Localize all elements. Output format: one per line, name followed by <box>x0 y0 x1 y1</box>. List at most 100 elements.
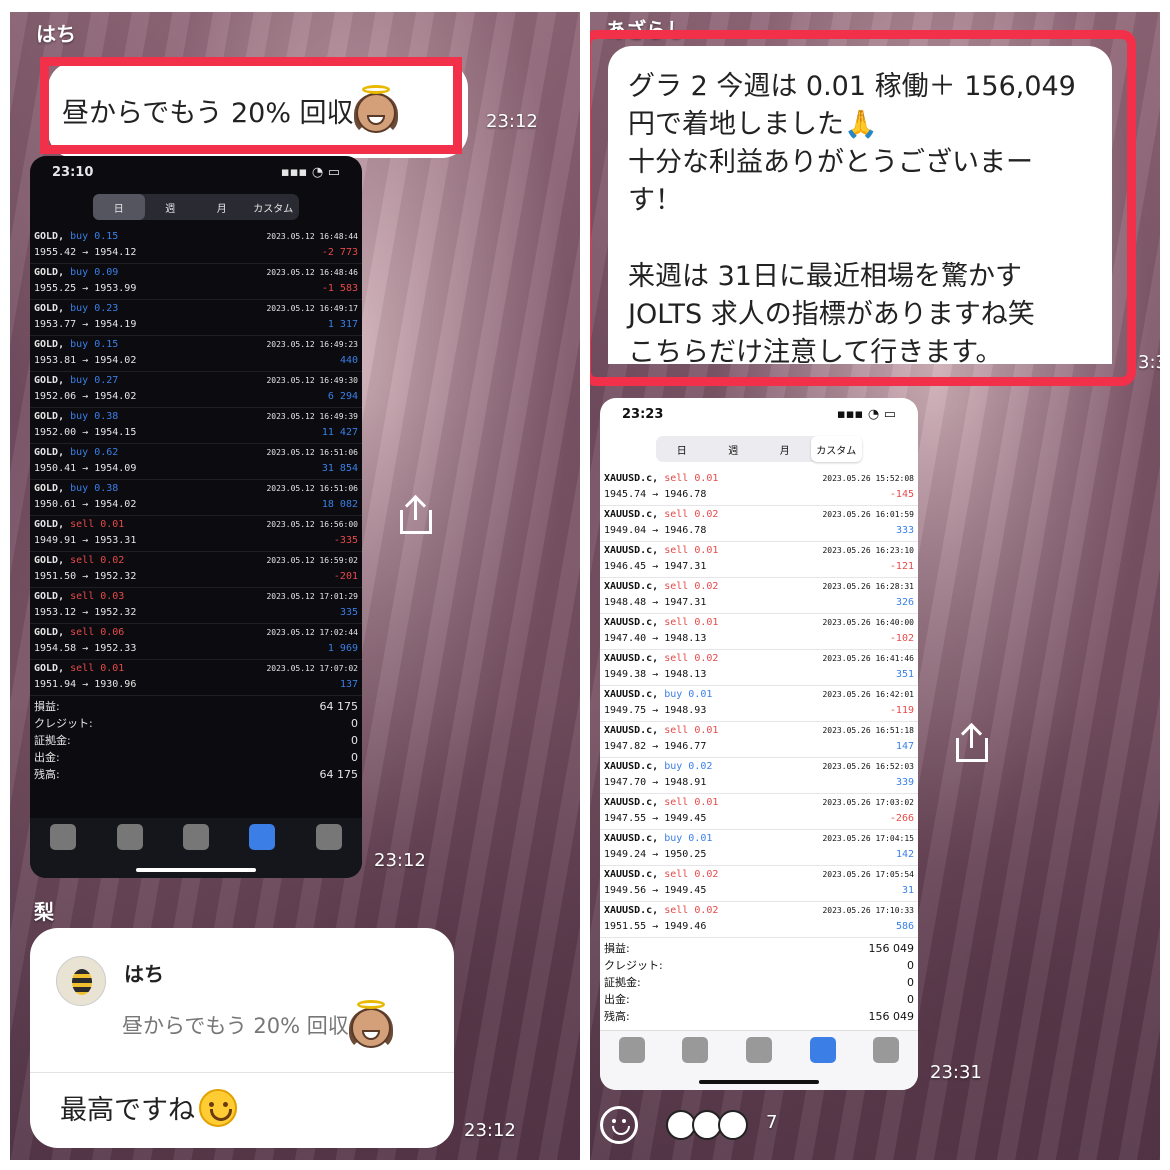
right-chat-panel: あざらし グラ 2 今週は 0.01 稼働＋ 156,049 円で着地しました🙏… <box>590 12 1160 1160</box>
trade-side: sell 0.03 <box>70 591 125 602</box>
trade-row[interactable]: XAUUSD.c, sell 0.01 2023.05.26 17:03:02 19… <box>600 794 918 830</box>
summary-value: 64 175 <box>319 700 359 713</box>
trade-row[interactable]: GOLD, buy 0.62 2023.05.12 16:51:06 1950.41… <box>30 444 362 480</box>
trade-datetime: 2023.05.26 16:41:46 <box>822 654 914 663</box>
trade-row[interactable]: GOLD, buy 0.09 2023.05.12 16:48:46 1955.25… <box>30 264 362 300</box>
trade-side: sell 0.02 <box>664 581 719 592</box>
trade-row[interactable]: GOLD, buy 0.15 2023.05.12 16:48:44 1955.42… <box>30 228 362 264</box>
segment-week[interactable]: 週 <box>708 436 760 462</box>
segment-custom[interactable]: カスタム <box>810 436 862 462</box>
segment-day[interactable]: 日 <box>93 194 145 220</box>
phone-status-bar: 23:23 ▪▪▪ ◔ ▭ <box>600 398 918 430</box>
account-summary: 損益: 156 049 クレジット: 0 証拠金: 0 出金: 0 残高: 156 049 <box>600 938 918 1027</box>
trade-side: buy 0.02 <box>664 761 713 772</box>
summary-value: 64 175 <box>319 768 359 781</box>
trade-row[interactable]: XAUUSD.c, sell 0.01 2023.05.26 16:40:00 19… <box>600 614 918 650</box>
trade-side: buy 0.62 <box>70 447 119 458</box>
trade-row[interactable]: XAUUSD.c, sell 0.01 2023.05.26 16:51:18 19… <box>600 722 918 758</box>
trade-side: sell 0.06 <box>70 627 125 638</box>
quotes-tab-icon[interactable] <box>618 1037 645 1063</box>
reply-bubble[interactable]: はち 昼からでもう 20% 回収 最高ですね <box>30 928 454 1148</box>
trade-side: buy 0.27 <box>70 375 119 386</box>
trade-datetime: 2023.05.12 16:56:00 <box>266 520 358 529</box>
trade-prices: 1947.70 → 1948.91 <box>604 777 707 788</box>
trade-row[interactable]: GOLD, buy 0.15 2023.05.12 16:49:23 1953.81… <box>30 336 362 372</box>
trade-prices: 1952.00 → 1954.15 <box>34 427 137 438</box>
segment-month[interactable]: 月 <box>196 194 248 220</box>
period-segmented-control[interactable]: 日 週 月 カスタム <box>656 436 862 462</box>
summary-line: 損益: 156 049 <box>604 940 914 957</box>
history-tab-icon[interactable] <box>809 1037 836 1063</box>
trade-row[interactable]: GOLD, buy 0.38 2023.05.12 16:51:06 1950.61… <box>30 480 362 516</box>
phone-screenshot-dark[interactable]: 23:10 ▪▪▪ ◔ ▭ 日 週 月 カスタム GOLD, buy 0.15 2… <box>30 156 362 878</box>
trade-history-list: GOLD, buy 0.15 2023.05.12 16:48:44 1955.42… <box>30 228 362 696</box>
history-tab-icon[interactable] <box>249 824 276 850</box>
emoji-reaction-icon[interactable] <box>600 1106 638 1144</box>
sender-name: 梨 <box>34 900 54 924</box>
chart-tab-icon[interactable] <box>116 824 143 850</box>
trade-datetime: 2023.05.26 16:23:10 <box>822 546 914 555</box>
timestamp: 23:31 <box>930 1062 982 1083</box>
period-segmented-control[interactable]: 日 週 月 カスタム <box>93 194 299 220</box>
quotes-tab-icon[interactable] <box>50 824 77 850</box>
segment-custom[interactable]: カスタム <box>248 194 300 220</box>
summary-label: 残高: <box>604 1010 630 1023</box>
trade-row[interactable]: XAUUSD.c, buy 0.01 2023.05.26 17:04:15 194… <box>600 830 918 866</box>
trade-row[interactable]: XAUUSD.c, sell 0.02 2023.05.26 17:05:54 19… <box>600 866 918 902</box>
trade-row[interactable]: XAUUSD.c, buy 0.01 2023.05.26 16:42:01 194… <box>600 686 918 722</box>
timestamp: 23:12 <box>464 1120 516 1141</box>
trade-row[interactable]: GOLD, buy 0.27 2023.05.12 16:49:30 1952.06… <box>30 372 362 408</box>
trade-pnl: 31 854 <box>321 463 358 474</box>
trade-row[interactable]: GOLD, sell 0.03 2023.05.12 17:01:29 1953.1… <box>30 588 362 624</box>
settings-tab-icon[interactable] <box>315 824 342 850</box>
trade-row[interactable]: GOLD, sell 0.01 2023.05.12 16:56:00 1949.9… <box>30 516 362 552</box>
summary-value: 0 <box>907 993 914 1006</box>
trade-pnl: -145 <box>889 489 914 500</box>
trade-symbol: GOLD, <box>34 519 65 530</box>
trade-row[interactable]: XAUUSD.c, sell 0.01 2023.05.26 15:52:08 19… <box>600 470 918 506</box>
summary-line: クレジット: 0 <box>604 957 914 974</box>
settings-tab-icon[interactable] <box>873 1037 900 1063</box>
trade-row[interactable]: XAUUSD.c, sell 0.02 2023.05.26 16:28:31 19… <box>600 578 918 614</box>
trade-prices: 1949.91 → 1953.31 <box>34 535 137 546</box>
trade-prices: 1947.40 → 1948.13 <box>604 633 707 644</box>
trade-row[interactable]: GOLD, buy 0.23 2023.05.12 16:49:17 1953.77… <box>30 300 362 336</box>
trade-prices: 1948.48 → 1947.31 <box>604 597 707 608</box>
trade-tab-icon[interactable] <box>745 1037 772 1063</box>
summary-value: 0 <box>907 976 914 989</box>
segment-month[interactable]: 月 <box>759 436 811 462</box>
segment-day[interactable]: 日 <box>656 436 708 462</box>
timestamp-cut: 3:3 <box>1138 352 1160 373</box>
chart-tab-icon[interactable] <box>682 1037 709 1063</box>
summary-value: 0 <box>351 751 358 764</box>
phone-screenshot-light[interactable]: 23:23 ▪▪▪ ◔ ▭ 日 週 月 カスタム XAUUSD.c, sell … <box>600 398 918 1090</box>
trade-datetime: 2023.05.26 17:10:33 <box>822 906 914 915</box>
trade-pnl: 586 <box>895 921 914 932</box>
trade-row[interactable]: XAUUSD.c, sell 0.02 2023.05.26 16:41:46 19… <box>600 650 918 686</box>
trade-row[interactable]: XAUUSD.c, sell 0.02 2023.05.26 16:01:59 19… <box>600 506 918 542</box>
trade-datetime: 2023.05.26 17:03:02 <box>822 798 914 807</box>
trade-tab-icon[interactable] <box>182 824 209 850</box>
summary-line: 証拠金: 0 <box>604 974 914 991</box>
trade-datetime: 2023.05.26 17:05:54 <box>822 870 914 879</box>
trade-row[interactable]: GOLD, sell 0.06 2023.05.12 17:02:44 1954.5… <box>30 624 362 660</box>
trade-row[interactable]: XAUUSD.c, sell 0.01 2023.05.26 16:23:10 19… <box>600 542 918 578</box>
trade-symbol: XAUUSD.c, <box>604 797 659 808</box>
summary-value: 0 <box>351 717 358 730</box>
trade-pnl: 351 <box>895 669 914 680</box>
segment-week[interactable]: 週 <box>145 194 197 220</box>
quoted-sender: はち <box>124 962 164 986</box>
share-icon[interactable] <box>952 722 992 766</box>
trade-row[interactable]: XAUUSD.c, buy 0.02 2023.05.26 16:52:03 194… <box>600 758 918 794</box>
trade-row[interactable]: GOLD, sell 0.02 2023.05.12 16:59:02 1951.5… <box>30 552 362 588</box>
trade-pnl: -1 583 <box>321 283 358 294</box>
share-icon[interactable] <box>396 494 436 538</box>
trade-row[interactable]: XAUUSD.c, sell 0.02 2023.05.26 17:10:33 19… <box>600 902 918 938</box>
trade-side: sell 0.01 <box>664 617 719 628</box>
trade-side: buy 0.09 <box>70 267 119 278</box>
trade-side: sell 0.01 <box>664 545 719 556</box>
trade-row[interactable]: GOLD, sell 0.01 2023.05.12 17:07:02 1951.9… <box>30 660 362 696</box>
trade-prices: 1951.50 → 1952.32 <box>34 571 137 582</box>
trade-row[interactable]: GOLD, buy 0.38 2023.05.12 16:49:39 1952.00… <box>30 408 362 444</box>
summary-line: 出金: 0 <box>34 749 358 766</box>
